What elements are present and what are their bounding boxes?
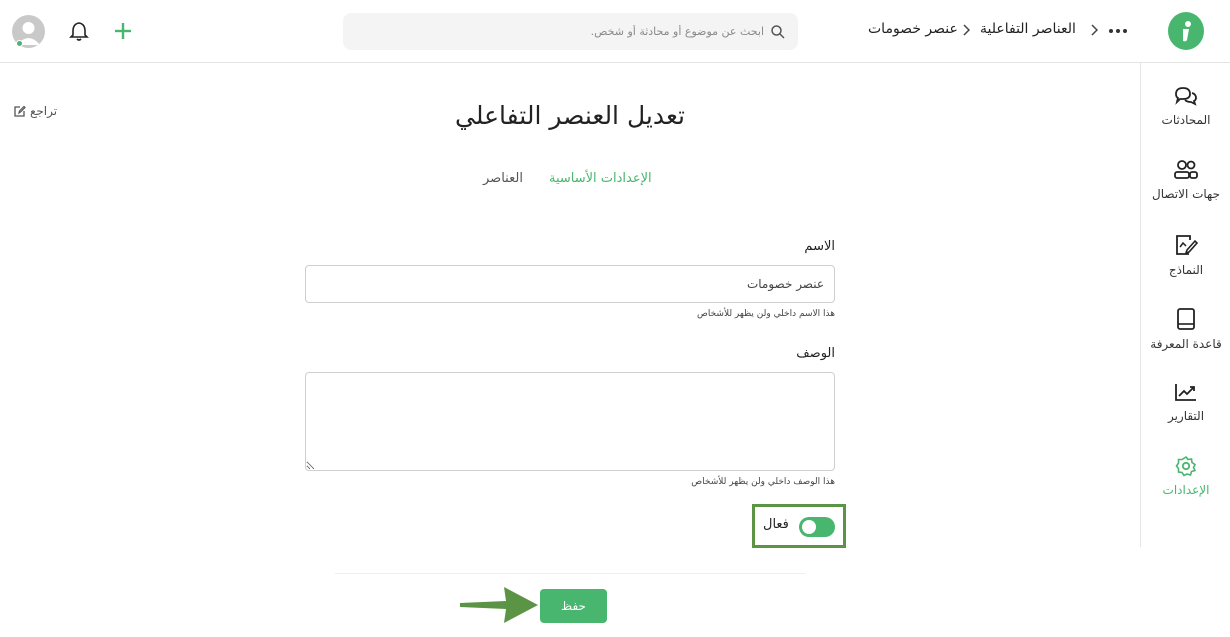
more-icon[interactable] <box>1108 22 1128 40</box>
description-label: الوصف <box>796 346 835 361</box>
search-bar[interactable] <box>343 13 798 50</box>
page-title: تعديل العنصر التفاعلي <box>455 101 685 130</box>
tab-basic-settings[interactable]: الإعدادات الأساسية <box>549 171 652 186</box>
description-hint: هذا الوصف داخلي ولن يظهر للأشخاص <box>691 477 835 487</box>
chevron-icon <box>1088 22 1100 38</box>
name-field[interactable] <box>305 265 835 303</box>
tab-elements[interactable]: العناصر <box>483 171 523 186</box>
toggle-knob <box>802 520 816 534</box>
reports-icon <box>1175 384 1196 401</box>
footer-divider <box>335 573 805 574</box>
name-label: الاسم <box>804 239 835 254</box>
active-toggle-label: فعال <box>763 517 789 532</box>
contacts-icon <box>1174 160 1198 179</box>
sidebar-item-label: التقارير <box>1167 409 1205 423</box>
active-toggle-highlight: فعال <box>752 504 846 548</box>
chat-icon <box>1175 87 1197 106</box>
sidebar-item-label: جهات الاتصال <box>1151 187 1220 201</box>
search-input[interactable] <box>353 13 764 50</box>
arrow-annotation-icon <box>460 587 538 623</box>
active-toggle-switch[interactable] <box>799 517 835 537</box>
back-link-label: تراجع <box>30 104 58 118</box>
save-button[interactable]: حفظ <box>540 589 607 623</box>
plus-icon[interactable] <box>113 21 133 41</box>
breadcrumb-item-current: عنصر خصومات <box>868 21 958 37</box>
logo-icon[interactable] <box>1168 12 1204 50</box>
sidebar-item-conversations[interactable]: المحادثات <box>1141 85 1230 145</box>
forms-icon <box>1176 235 1199 255</box>
sidebar-item-contacts[interactable]: جهات الاتصال <box>1141 159 1230 219</box>
search-icon <box>771 25 785 39</box>
bell-icon[interactable] <box>69 20 89 42</box>
name-hint: هذا الاسم داخلي ولن يظهر للأشخاص <box>696 309 835 319</box>
breadcrumb-item-interactive-elements[interactable]: العناصر التفاعلية <box>980 21 1076 41</box>
back-link[interactable]: تراجع <box>13 104 57 118</box>
online-status-dot <box>16 40 23 47</box>
sidebar-item-forms[interactable]: النماذج <box>1141 233 1230 293</box>
top-bar: العناصر التفاعلية عنصر خصومات <box>0 0 1230 63</box>
gear-icon <box>1175 455 1197 477</box>
sidebar-item-label: النماذج <box>1168 263 1204 277</box>
sidebar-item-label: الإعدادات <box>1162 483 1210 497</box>
sidebar-item-label: قاعدة المعرفة <box>1150 337 1222 351</box>
sidebar-item-settings[interactable]: الإعدادات <box>1141 455 1230 515</box>
sidebar-item-label: المحادثات <box>1161 113 1211 127</box>
sidebar-item-reports[interactable]: التقارير <box>1141 381 1230 441</box>
description-field[interactable] <box>305 372 835 471</box>
book-icon <box>1177 308 1195 330</box>
edit-icon <box>14 105 26 117</box>
sidebar: المحادثات جهات الاتصال النماذج قاعدة الم… <box>1140 63 1230 547</box>
chevron-icon <box>960 22 972 38</box>
sidebar-item-knowledge-base[interactable]: قاعدة المعرفة <box>1141 307 1230 367</box>
